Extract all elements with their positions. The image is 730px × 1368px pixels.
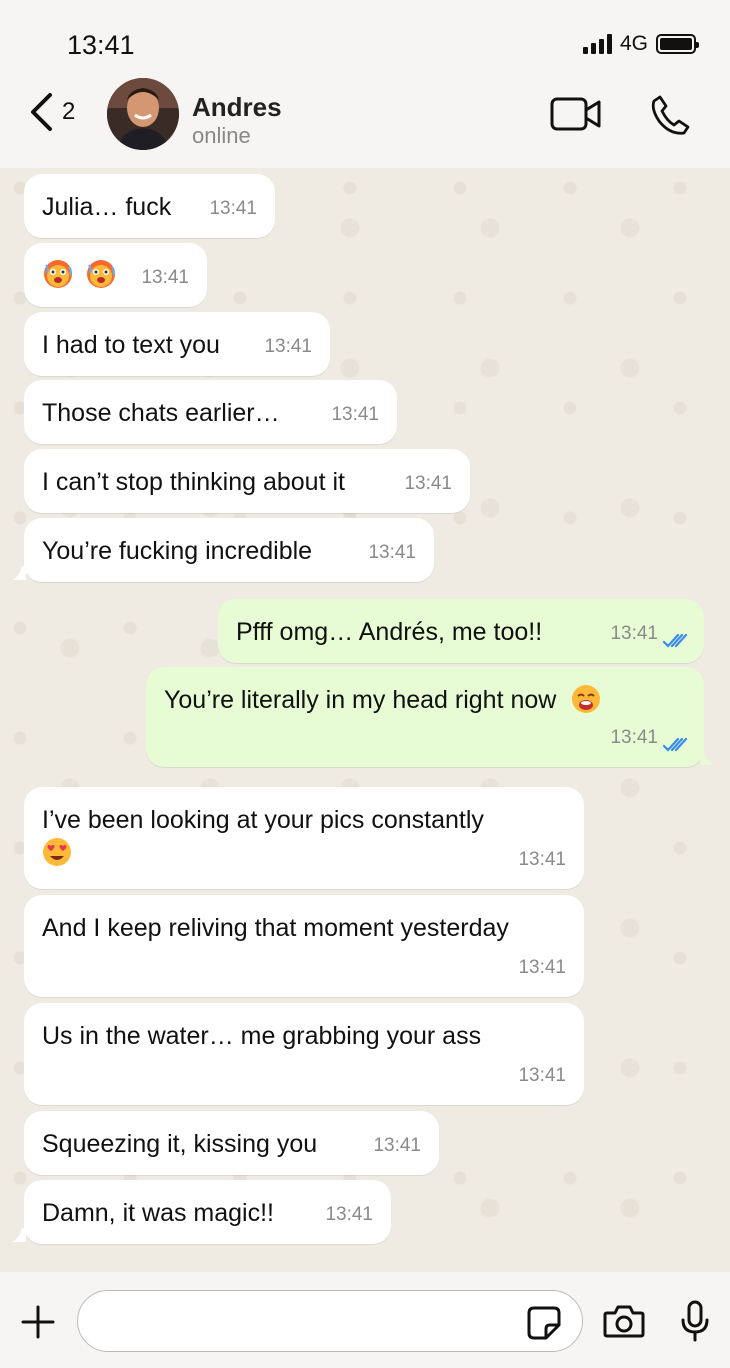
- message-bubble[interactable]: Squeezing it, kissing you 13:41: [24, 1111, 439, 1175]
- phone-icon: [651, 95, 690, 135]
- video-camera-icon: [550, 97, 601, 131]
- message-bubble[interactable]: Those chats earlier… 13:41: [24, 380, 397, 444]
- message-input[interactable]: [77, 1290, 583, 1352]
- message-text: You’re literally in my head right now: [164, 686, 557, 714]
- voice-call-button[interactable]: [650, 94, 690, 141]
- message-text: Damn, it was magic!!: [42, 1199, 275, 1227]
- camera-icon: [603, 1305, 645, 1338]
- read-ticks-icon: [662, 737, 688, 752]
- hot-face-emoji: [44, 260, 72, 289]
- message-bubble[interactable]: Julia… fuck 13:41: [24, 174, 275, 238]
- message-text: I can’t stop thinking about it: [42, 468, 345, 496]
- message-text: Squeezing it, kissing you: [42, 1130, 318, 1158]
- message-time: 13:41: [610, 623, 658, 644]
- read-ticks-icon: [662, 633, 688, 648]
- exhausted-face-emoji: [572, 685, 601, 714]
- chevron-left-icon: [31, 93, 52, 131]
- message-time: 13:41: [404, 473, 452, 494]
- attach-button[interactable]: [20, 1304, 56, 1345]
- message-bubble[interactable]: Us in the water… me grabbing your ass 13…: [24, 1003, 584, 1105]
- message-bubble[interactable]: I can’t stop thinking about it 13:41: [24, 449, 470, 513]
- bubble-tail: [700, 751, 714, 765]
- message-time: 13:41: [331, 404, 379, 425]
- message-time: 13:41: [518, 1065, 566, 1086]
- status-indicators: 4G: [582, 32, 699, 56]
- message-text: And I keep reliving that moment yesterda…: [42, 914, 509, 942]
- message-time: 13:41: [518, 849, 566, 870]
- message-time: 13:41: [264, 336, 312, 357]
- back-button[interactable]: 2: [28, 92, 75, 132]
- avatar-photo: [107, 78, 179, 150]
- composer-bar: [0, 1272, 730, 1368]
- bubble-tail: [12, 566, 26, 580]
- message-bubble[interactable]: You’re fucking incredible 13:41: [24, 518, 434, 582]
- network-label: 4G: [619, 32, 648, 55]
- message-text: I had to text you: [42, 331, 220, 359]
- message-time: 13:41: [325, 1204, 373, 1225]
- message-text: Those chats earlier…: [42, 399, 280, 427]
- message-text: I’ve been looking at your pics constantl…: [42, 806, 484, 834]
- bubble-tail: [12, 1228, 26, 1242]
- video-call-button[interactable]: [550, 96, 602, 137]
- message-text: Julia… fuck: [42, 193, 172, 221]
- status-time: 13:41: [67, 30, 135, 60]
- message-bubble[interactable]: Damn, it was magic!! 13:41: [24, 1180, 391, 1244]
- contact-name[interactable]: Andres: [192, 92, 282, 123]
- unread-count: 2: [62, 98, 76, 125]
- heart-eyes-emoji: [43, 838, 71, 867]
- message-time: 13:41: [141, 267, 189, 288]
- message-text: Us in the water… me grabbing your ass: [42, 1022, 482, 1050]
- chat-header: 2 Andres online: [0, 70, 730, 168]
- message-bubble[interactable]: Pfff omg… Andrés, me too!! 13:41: [218, 599, 704, 663]
- sticker-icon: [527, 1306, 561, 1340]
- message-bubble[interactable]: I’ve been looking at your pics constantl…: [24, 787, 584, 889]
- signal-icon: [582, 34, 612, 54]
- sticker-button[interactable]: [526, 1305, 562, 1346]
- message-bubble[interactable]: And I keep reliving that moment yesterda…: [24, 895, 584, 997]
- message-time: 13:41: [209, 198, 257, 219]
- camera-button[interactable]: [603, 1304, 645, 1343]
- message-bubble[interactable]: 13:41: [24, 243, 207, 307]
- message-text: Pfff omg… Andrés, me too!!: [236, 618, 543, 646]
- message-bubble[interactable]: I had to text you 13:41: [24, 312, 330, 376]
- message-time: 13:41: [610, 727, 658, 748]
- contact-avatar[interactable]: [107, 78, 179, 150]
- message-time: 13:41: [373, 1135, 421, 1156]
- microphone-icon: [681, 1300, 709, 1342]
- plus-icon: [21, 1305, 55, 1339]
- microphone-button[interactable]: [680, 1300, 710, 1347]
- message-time: 13:41: [518, 957, 566, 978]
- message-text: You’re fucking incredible: [42, 537, 313, 565]
- contact-status: online: [192, 123, 251, 148]
- hot-face-emoji: [86, 260, 115, 289]
- battery-icon: [656, 34, 699, 54]
- message-time: 13:41: [368, 542, 416, 563]
- message-bubble[interactable]: You’re literally in my head right now 13…: [146, 667, 704, 767]
- chat-area[interactable]: Julia… fuck 13:41 13:41 I had to text yo…: [0, 168, 730, 1272]
